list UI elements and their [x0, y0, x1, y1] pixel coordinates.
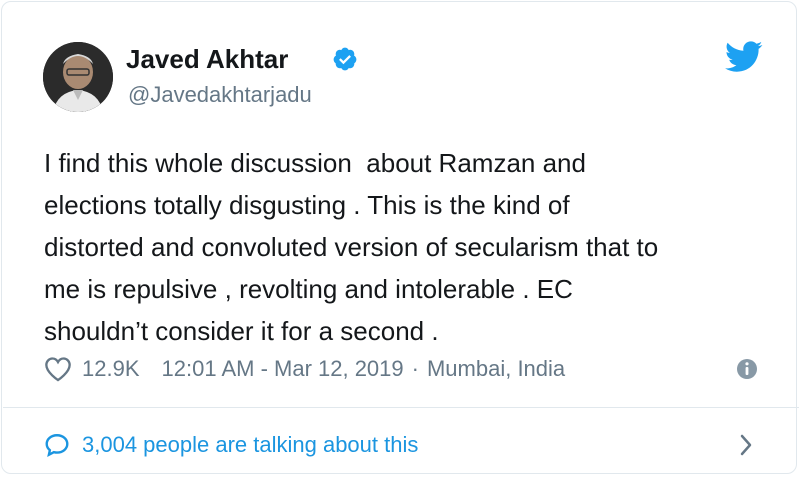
divider [3, 407, 799, 408]
avatar[interactable] [43, 42, 113, 112]
meta-separator: · [411, 356, 419, 381]
user-handle[interactable]: @Javedakhtarjadu [128, 80, 312, 110]
location[interactable]: Mumbai, India [427, 356, 565, 382]
reply-bubble-icon [45, 434, 69, 457]
like-count[interactable]: 12.9K [82, 356, 140, 382]
display-name[interactable]: Javed Akhtar [126, 42, 288, 76]
verified-icon [333, 47, 357, 71]
tweet-meta: 12.9K 12:01 AM - Mar 12, 2019 · Mumbai, … [44, 353, 565, 385]
tweet-card[interactable]: Javed Akhtar @Javedakhtarjadu I find thi… [1, 1, 799, 474]
chevron-right-icon[interactable] [738, 432, 754, 458]
info-icon[interactable] [736, 358, 758, 380]
conversation-label[interactable]: 3,004 people are talking about this [82, 432, 418, 458]
tweet-text: I find this whole discussion about Ramza… [44, 148, 659, 346]
heart-icon[interactable] [44, 356, 72, 382]
timestamp[interactable]: 12:01 AM - Mar 12, 2019 [162, 356, 404, 382]
conversation-link[interactable]: 3,004 people are talking about this [44, 428, 418, 462]
twitter-bird-icon[interactable] [725, 40, 763, 74]
